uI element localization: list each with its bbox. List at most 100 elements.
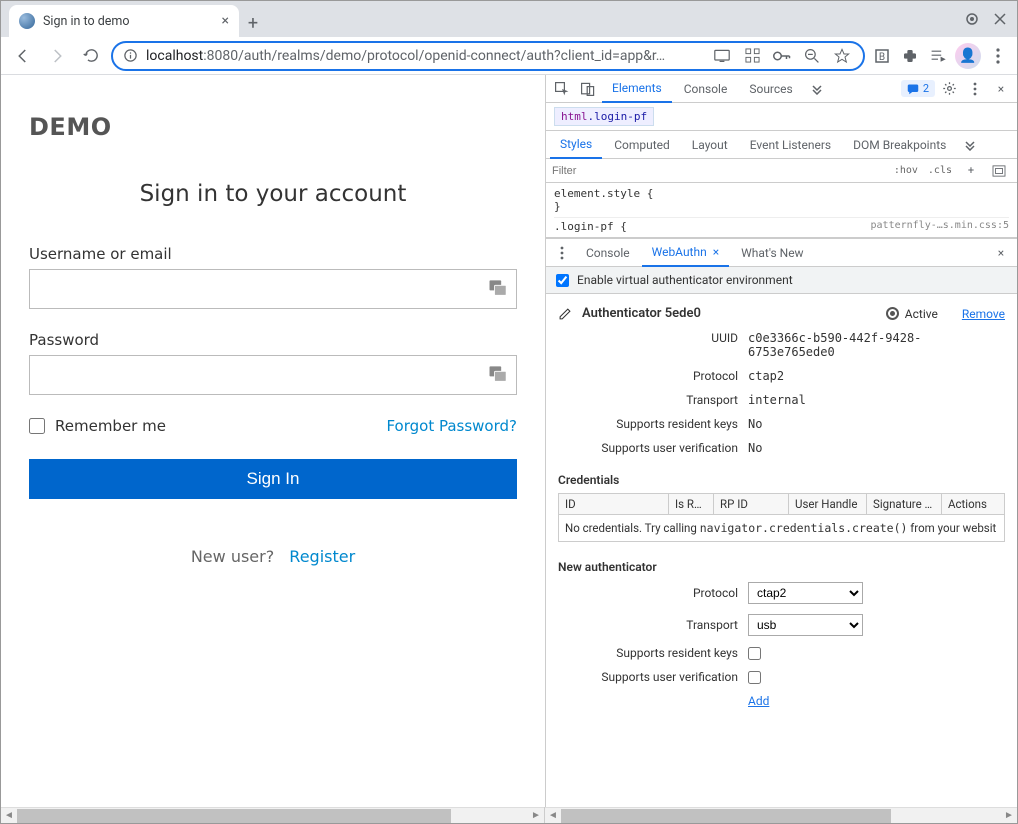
enable-virtual-auth[interactable]: Enable virtual authenticator environment <box>546 267 1017 294</box>
bookmark-icon[interactable] <box>831 45 853 67</box>
devtools-hscroll[interactable]: ◄ ► <box>545 807 1017 823</box>
back-button[interactable] <box>9 42 37 70</box>
remember-checkbox[interactable] <box>29 418 45 434</box>
autofill-icon[interactable] <box>487 277 507 297</box>
extensions-icon[interactable] <box>899 45 921 67</box>
subtab-layout[interactable]: Layout <box>682 131 738 159</box>
styles-filter-input[interactable] <box>552 165 887 177</box>
drawer-tab-webauthn[interactable]: WebAuthn × <box>642 239 730 267</box>
col-actions[interactable]: Actions <box>942 494 1004 514</box>
active-status[interactable]: Active <box>886 307 938 321</box>
dom-breadcrumb[interactable]: html.login-pf <box>546 103 1017 131</box>
subtab-styles[interactable]: Styles <box>550 131 602 159</box>
remove-link[interactable]: Remove <box>962 307 1005 321</box>
favicon-icon <box>19 13 35 29</box>
forgot-password-link[interactable]: Forgot Password? <box>386 417 517 435</box>
scroll-right-icon[interactable]: ► <box>1001 810 1017 821</box>
drawer-kebab-icon[interactable] <box>550 241 574 265</box>
more-subtabs-icon[interactable] <box>958 133 982 157</box>
issues-badge[interactable]: 2 <box>901 80 935 97</box>
enable-checkbox[interactable] <box>556 274 569 287</box>
issues-count: 2 <box>923 82 929 95</box>
devtools-panel: Elements Console Sources 2 × html.login-… <box>545 75 1017 807</box>
device-icon[interactable] <box>576 77 600 101</box>
new-protocol-select[interactable]: ctap2 <box>748 582 863 604</box>
new-authenticator-title: New authenticator <box>558 560 1005 574</box>
scroll-left-icon[interactable]: ◄ <box>545 810 561 821</box>
qr-icon[interactable] <box>741 45 763 67</box>
styles-subtabs: Styles Computed Layout Event Listeners D… <box>546 131 1017 159</box>
new-resident-checkbox[interactable] <box>748 647 761 660</box>
zoom-out-icon[interactable] <box>801 45 823 67</box>
minimize-icon[interactable] <box>965 12 979 26</box>
browser-tab[interactable]: Sign in to demo × <box>9 5 239 37</box>
cls-toggle[interactable]: .cls <box>925 165 955 176</box>
new-style-icon[interactable]: + <box>959 159 983 183</box>
profile-avatar[interactable]: 👤 <box>955 43 981 69</box>
signin-button[interactable]: Sign In <box>29 459 517 499</box>
box-model-icon[interactable] <box>987 159 1011 183</box>
add-authenticator-link[interactable]: Add <box>748 694 769 708</box>
close-tab-icon[interactable]: × <box>713 245 719 259</box>
ext-icon-1[interactable]: B <box>871 45 893 67</box>
inspect-icon[interactable] <box>550 77 574 101</box>
radio-icon <box>886 307 899 320</box>
new-transport-select[interactable]: usb <box>748 614 863 636</box>
drawer-tab-console[interactable]: Console <box>576 239 640 267</box>
forward-button[interactable] <box>43 42 71 70</box>
close-tab-icon[interactable]: × <box>222 13 229 29</box>
scroll-right-icon[interactable]: ► <box>528 810 544 821</box>
edit-icon[interactable] <box>558 307 572 321</box>
close-window-icon[interactable] <box>993 12 1007 26</box>
uv-value: No <box>748 441 1005 455</box>
page-hscroll[interactable]: ◄ ► <box>1 807 544 823</box>
subtab-dom[interactable]: DOM Breakpoints <box>843 131 956 159</box>
tab-sources[interactable]: Sources <box>739 75 802 103</box>
remember-me[interactable]: Remember me <box>29 417 166 435</box>
settings-icon[interactable] <box>937 77 961 101</box>
username-input[interactable] <box>29 269 517 309</box>
scroll-left-icon[interactable]: ◄ <box>1 810 17 821</box>
tab-bar: Sign in to demo × + <box>1 1 1017 37</box>
drawer-tab-whatsnew[interactable]: What's New <box>731 239 813 267</box>
close-drawer-icon[interactable]: × <box>989 241 1013 265</box>
address-bar[interactable]: localhost:8080/auth/realms/demo/protocol… <box>111 41 865 71</box>
more-tabs-icon[interactable] <box>805 77 829 101</box>
rule-source[interactable]: patternfly-…s.min.css:5 <box>871 220 1009 233</box>
hov-toggle[interactable]: :hov <box>891 165 921 176</box>
col-isres[interactable]: Is R… <box>669 494 714 514</box>
styles-filter-bar: :hov .cls + <box>546 159 1017 183</box>
col-rpid[interactable]: RP ID <box>714 494 789 514</box>
menu-icon[interactable] <box>987 45 1009 67</box>
autofill-icon[interactable] <box>487 363 507 383</box>
key-icon[interactable] <box>771 45 793 67</box>
rule-selector: .login-pf { <box>554 220 627 233</box>
tab-console[interactable]: Console <box>674 75 738 103</box>
styles-body[interactable]: element.style { } .login-pf { patternfly… <box>546 183 1017 238</box>
subtab-events[interactable]: Event Listeners <box>740 131 841 159</box>
close-devtools-icon[interactable]: × <box>989 77 1013 101</box>
col-id[interactable]: ID <box>559 494 669 514</box>
new-uv-checkbox[interactable] <box>748 671 761 684</box>
url-text: localhost:8080/auth/realms/demo/protocol… <box>146 48 703 64</box>
subtab-computed[interactable]: Computed <box>604 131 680 159</box>
reload-button[interactable] <box>77 42 105 70</box>
devtools-tabbar: Elements Console Sources 2 × <box>546 75 1017 103</box>
kebab-icon[interactable] <box>963 77 987 101</box>
bottom-scrollbars: ◄ ► ◄ ► <box>1 807 1017 823</box>
new-tab-button[interactable]: + <box>239 9 267 37</box>
playlist-icon[interactable] <box>927 45 949 67</box>
authenticator-section: Authenticator 5ede0 Active Remove UUIDc0… <box>546 294 1017 726</box>
col-uh[interactable]: User Handle <box>789 494 867 514</box>
tab-elements[interactable]: Elements <box>602 75 672 103</box>
site-info-icon[interactable] <box>123 48 138 63</box>
issue-icon <box>907 83 919 95</box>
element-style-open: element.style { <box>554 187 1009 200</box>
register-row: New user? Register <box>29 547 517 566</box>
col-sig[interactable]: Signature … <box>867 494 942 514</box>
password-input[interactable] <box>29 355 517 395</box>
screencast-icon[interactable] <box>711 45 733 67</box>
remember-label: Remember me <box>55 417 166 435</box>
uuid-value: c0e3366c-b590-442f-9428-6753e765ede0 <box>748 331 1005 359</box>
register-link[interactable]: Register <box>289 547 355 566</box>
